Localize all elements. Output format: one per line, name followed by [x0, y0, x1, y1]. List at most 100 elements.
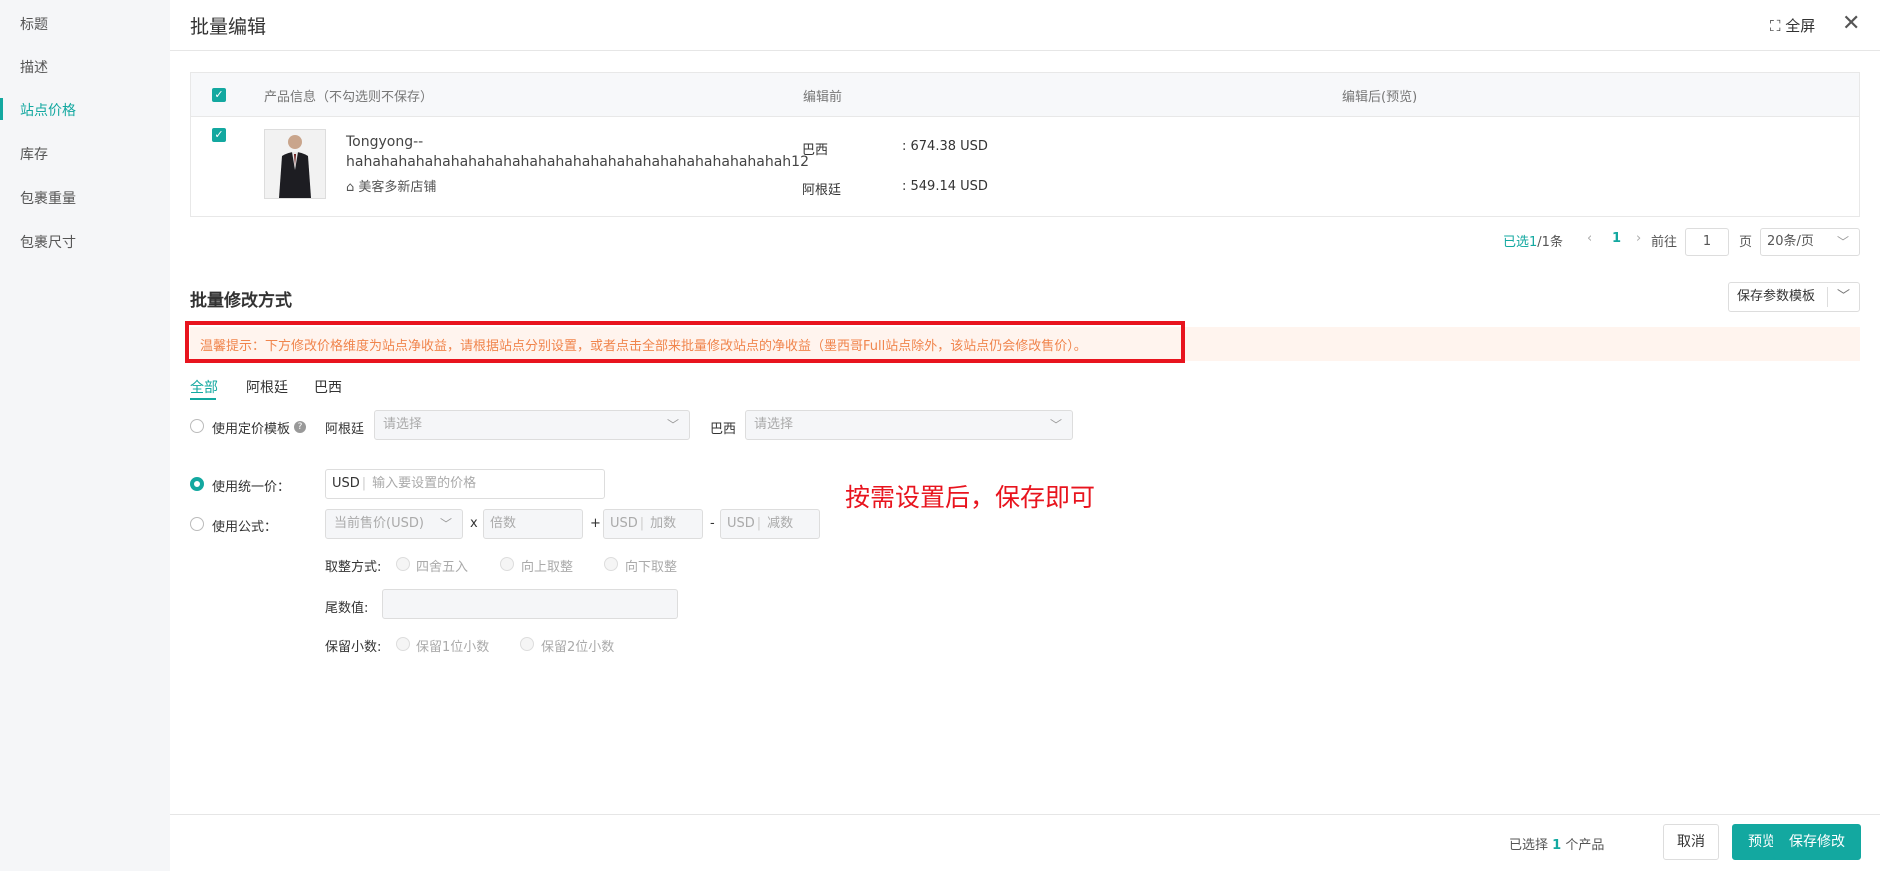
selected-total: /1条: [1537, 235, 1563, 250]
header-divider: [170, 50, 1880, 51]
uniform-price-radio[interactable]: [190, 477, 204, 491]
header-after: 编辑后(预览): [1342, 90, 1418, 105]
chevron-down-icon: ﹀: [666, 418, 679, 432]
divider: |: [361, 476, 367, 491]
footer-selected: 已选择 1 个产品: [1509, 834, 1604, 853]
add-placeholder: 加数: [650, 516, 677, 531]
template-radio[interactable]: [190, 419, 204, 433]
header-before: 编辑前: [803, 90, 843, 105]
store-icon: ⌂: [346, 180, 355, 195]
fullscreen-button[interactable]: ⛶ 全屏: [1770, 15, 1815, 36]
formula-base-value: 当前售价(USD): [334, 516, 424, 531]
sidebar-item-title[interactable]: 标题: [20, 14, 48, 34]
brazil-template-select[interactable]: 请选择 ﹀: [745, 410, 1073, 440]
sidebar-item-stock[interactable]: 库存: [20, 144, 48, 164]
footer-selected-count: 1: [1552, 838, 1562, 853]
formula-label: 使用公式：: [212, 520, 278, 535]
save-template-button[interactable]: 保存参数模板 ﹀: [1728, 282, 1860, 312]
save-changes-button[interactable]: 保存修改: [1773, 824, 1861, 860]
decimals-label: 保留小数:: [325, 640, 382, 655]
chevron-down-icon[interactable]: ﹀: [1837, 283, 1850, 311]
uniform-price-placeholder: 输入要设置的价格: [372, 476, 477, 491]
tail-value-input[interactable]: [382, 589, 678, 619]
decimals-option-1: 保留1位小数: [416, 640, 490, 655]
tab-all[interactable]: 全部: [190, 377, 218, 397]
uniform-price-input[interactable]: USD | 输入要设置的价格: [325, 469, 605, 499]
divider: |: [756, 516, 762, 531]
rounding-option-ceil: 向上取整: [521, 560, 574, 575]
before-price-argentina: : 549.14 USD: [902, 179, 988, 194]
expand-icon: ⛶: [1770, 17, 1781, 35]
decimals-radio-1[interactable]: [396, 637, 410, 651]
chevron-down-icon: ﹀: [1049, 418, 1062, 432]
page-size-select[interactable]: 20条/页 ﹀: [1760, 228, 1860, 256]
tail-value-label: 尾数值:: [325, 601, 369, 616]
argentina-select-placeholder: 请选择: [383, 417, 423, 432]
rounding-radio-ceil[interactable]: [500, 557, 514, 571]
tab-brazil[interactable]: 巴西: [314, 377, 342, 397]
rounding-option-half-up: 四舍五入: [416, 560, 469, 575]
select-all-checkbox[interactable]: ✓: [212, 88, 226, 102]
annotation-text: 按需设置后，保存即可: [845, 483, 1096, 512]
add-currency: USD: [610, 516, 638, 531]
selected-count: 已选1/1条: [1503, 231, 1563, 250]
divider: |: [639, 516, 645, 531]
cancel-button[interactable]: 取消: [1663, 824, 1719, 860]
rounding-label: 取整方式:: [325, 560, 382, 575]
decimals-radio-2[interactable]: [520, 637, 534, 651]
help-icon[interactable]: ?: [294, 421, 306, 433]
store-name: 美客多新店铺: [358, 180, 437, 195]
save-template-label: 保存参数模板: [1737, 289, 1816, 304]
fullscreen-label: 全屏: [1785, 17, 1816, 35]
sidebar-item-site-price[interactable]: 站点价格: [20, 100, 76, 120]
selected-prefix: 已选: [1503, 235, 1530, 250]
rounding-radio-half-up[interactable]: [396, 557, 410, 571]
brazil-select-placeholder: 请选择: [754, 417, 794, 432]
before-price-brazil: : 674.38 USD: [902, 139, 988, 154]
product-thumbnail: [264, 129, 326, 199]
store-name-wrapper: ⌂ 美客多新店铺: [346, 176, 436, 195]
currency-prefix: USD: [332, 476, 360, 491]
decimals-option-2: 保留2位小数: [541, 640, 615, 655]
page-unit: 页: [1739, 235, 1753, 250]
uniform-price-label: 使用统一价：: [212, 480, 291, 495]
goto-page-input[interactable]: 1: [1685, 228, 1729, 256]
rounding-option-floor: 向下取整: [625, 560, 678, 575]
formula-base-select[interactable]: 当前售价(USD) ﹀: [325, 509, 463, 539]
product-name: Tongyong--hahahahahahahahahahahahahahaha…: [346, 134, 809, 170]
next-page-icon[interactable]: ›: [1636, 231, 1641, 246]
button-divider: [1827, 287, 1828, 307]
batch-edit-panel: 批量编辑 ⛶ 全屏 ✕ ✓ 产品信息（不勾选则不保存） 编辑前 编辑后(预览) …: [170, 0, 1880, 871]
close-icon[interactable]: ✕: [1842, 11, 1860, 36]
header-product-info: 产品信息（不勾选则不保存）: [264, 90, 434, 105]
goto-label: 前往: [1651, 235, 1678, 250]
argentina-template-select[interactable]: 请选择 ﹀: [374, 410, 690, 440]
chevron-down-icon: ﹀: [1836, 235, 1849, 249]
rounding-radio-floor[interactable]: [604, 557, 618, 571]
add-input[interactable]: USD | 加数: [603, 509, 703, 539]
active-tab-indicator: [190, 398, 216, 400]
sidebar-item-description[interactable]: 描述: [20, 57, 48, 77]
tab-argentina[interactable]: 阿根廷: [246, 377, 288, 397]
template-label: 使用定价模板: [212, 422, 291, 437]
plus-sign: +: [590, 516, 601, 531]
page-number[interactable]: 1: [1612, 231, 1621, 246]
formula-radio[interactable]: [190, 517, 204, 531]
product-image: [265, 130, 325, 198]
table-header: ✓ 产品信息（不勾选则不保存） 编辑前 编辑后(预览): [191, 73, 1859, 117]
sidebar-item-package-weight[interactable]: 包裹重量: [20, 188, 76, 208]
multiplier-input[interactable]: 倍数: [483, 509, 583, 539]
sidebar-active-marker: [0, 98, 3, 120]
prev-page-icon[interactable]: ‹: [1587, 231, 1592, 246]
template-brazil-label: 巴西: [710, 422, 737, 437]
row-checkbox[interactable]: ✓: [212, 128, 226, 142]
subtract-input[interactable]: USD | 减数: [720, 509, 820, 539]
before-site-argentina: 阿根廷: [802, 183, 842, 198]
footer-selected-prefix: 已选择: [1509, 838, 1549, 853]
minus-sign: -: [710, 516, 715, 531]
sidebar-item-package-size[interactable]: 包裹尺寸: [20, 232, 76, 252]
footer-selected-suffix: 个产品: [1565, 838, 1605, 853]
subtract-currency: USD: [727, 516, 755, 531]
page-size-value: 20条/页: [1767, 234, 1814, 249]
times-sign: x: [470, 516, 478, 531]
